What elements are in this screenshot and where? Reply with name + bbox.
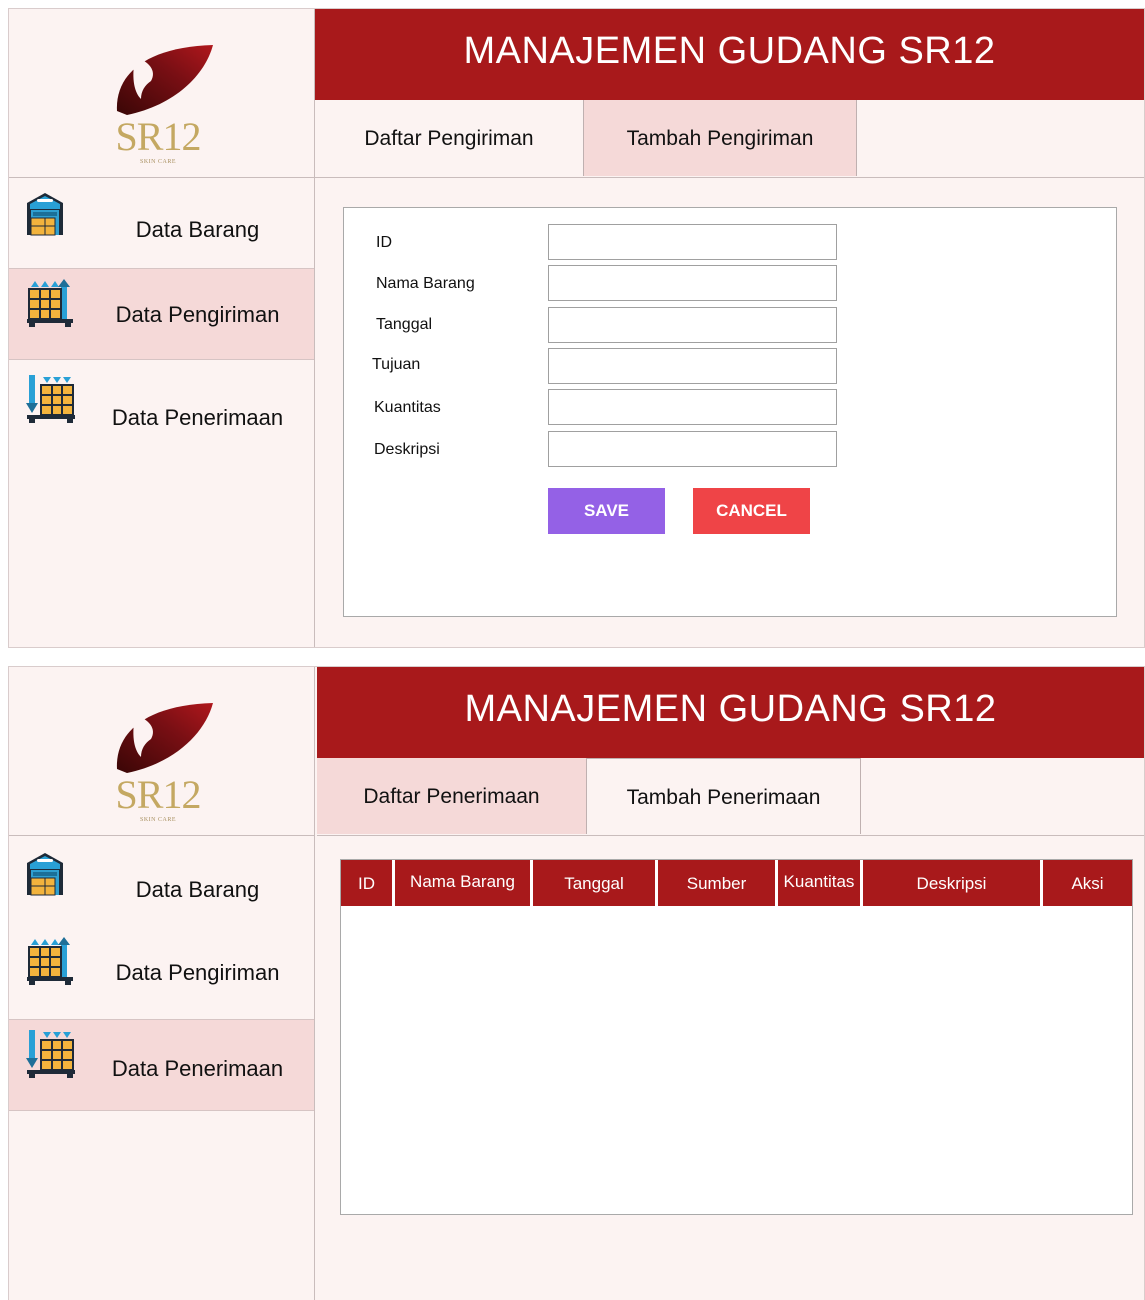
col-header-tanggal: Tanggal bbox=[533, 860, 658, 906]
field-label-tujuan: Tujuan bbox=[372, 356, 421, 373]
boxes-outgoing-icon bbox=[27, 279, 73, 327]
boxes-outgoing-icon bbox=[27, 937, 73, 985]
logo: SR12 SKIN CARE bbox=[9, 9, 314, 178]
nama-barang-field[interactable] bbox=[548, 265, 837, 301]
sidebar: SR12 SKIN CARE Data Barang Data Pengirim… bbox=[9, 667, 315, 1300]
tab-bar: Daftar Pengiriman Tambah Pengiriman bbox=[315, 100, 1144, 178]
screen-penerimaan: SR12 SKIN CARE Data Barang Data Pengirim… bbox=[8, 666, 1145, 1300]
tab-bar: Daftar Penerimaan Tambah Penerimaan bbox=[317, 758, 1144, 836]
boxes-incoming-icon bbox=[26, 375, 75, 423]
app-header: MANAJEMEN GUDANG SR12 bbox=[315, 9, 1144, 100]
warehouse-icon bbox=[27, 853, 63, 896]
logo-text: SR12 bbox=[115, 772, 202, 817]
tab-tambah-penerimaan[interactable]: Tambah Penerimaan bbox=[586, 758, 861, 834]
col-header-kuantitas: Kuantitas bbox=[778, 860, 863, 906]
sidebar-item-data-pengiriman[interactable]: Data Pengiriman bbox=[9, 268, 314, 360]
col-header-aksi: Aksi bbox=[1071, 874, 1104, 893]
app-header: MANAJEMEN GUDANG SR12 bbox=[317, 667, 1144, 758]
field-label-id: ID bbox=[376, 234, 392, 251]
warehouse-icon bbox=[27, 193, 63, 236]
leaf-logo-icon bbox=[116, 703, 213, 773]
table-header: ID Nama Barang Tanggal Sumber Kuantitas … bbox=[341, 860, 1132, 906]
field-label-tanggal: Tanggal bbox=[376, 316, 433, 333]
field-label-kuantitas: Kuantitas bbox=[374, 399, 441, 416]
field-label-deskripsi: Deskripsi bbox=[374, 441, 440, 458]
sidebar-item-label: Data Pengiriman bbox=[115, 302, 280, 327]
table-panel: ID Nama Barang Tanggal Sumber Kuantitas … bbox=[340, 859, 1133, 1215]
col-header-sumber: Sumber bbox=[658, 860, 778, 906]
sidebar-item-label: Data Pengiriman bbox=[115, 960, 280, 985]
cancel-button[interactable]: CANCEL bbox=[693, 488, 810, 534]
sidebar-item-data-barang[interactable]: Data Barang bbox=[9, 181, 314, 273]
tujuan-field[interactable] bbox=[548, 348, 837, 384]
logo-text: SR12 bbox=[115, 114, 202, 159]
col-header-id: ID bbox=[341, 860, 395, 906]
sidebar-item-label: Data Barang bbox=[135, 877, 260, 902]
kuantitas-field[interactable] bbox=[548, 389, 837, 425]
form-panel: ID Nama Barang Tanggal Tujuan Kuantitas … bbox=[343, 207, 1117, 617]
sidebar-item-data-pengiriman[interactable]: Data Pengiriman bbox=[9, 927, 314, 1019]
leaf-logo-icon bbox=[116, 45, 213, 115]
id-field[interactable] bbox=[548, 224, 837, 260]
sidebar-item-data-penerimaan[interactable]: Data Penerimaan bbox=[9, 1019, 314, 1111]
sidebar-item-data-penerimaan[interactable]: Data Penerimaan bbox=[9, 365, 314, 457]
tab-daftar-penerimaan[interactable]: Daftar Penerimaan bbox=[317, 758, 587, 834]
col-header-nama-barang: Nama Barang bbox=[395, 860, 533, 906]
sidebar-item-data-barang[interactable]: Data Barang bbox=[9, 841, 314, 933]
field-label-nama-barang: Nama Barang bbox=[376, 275, 475, 292]
logo: SR12 SKIN CARE bbox=[9, 667, 314, 836]
sidebar-item-label: Data Barang bbox=[135, 217, 260, 242]
table-body bbox=[341, 906, 1132, 1214]
logo-subtext: SKIN CARE bbox=[139, 817, 176, 823]
tab-tambah-pengiriman[interactable]: Tambah Pengiriman bbox=[583, 100, 857, 176]
tanggal-field[interactable] bbox=[548, 307, 837, 343]
deskripsi-field[interactable] bbox=[548, 431, 837, 467]
save-button[interactable]: SAVE bbox=[548, 488, 665, 534]
sidebar: SR12 SKIN CARE Data Barang Data Pengirim… bbox=[9, 9, 315, 647]
logo-subtext: SKIN CARE bbox=[139, 159, 176, 165]
sidebar-item-label: Data Penerimaan bbox=[111, 405, 284, 430]
screen-pengiriman: SR12 SKIN CARE Data Barang Data Pengirim… bbox=[8, 8, 1145, 648]
tab-daftar-pengiriman[interactable]: Daftar Pengiriman bbox=[315, 100, 583, 176]
boxes-incoming-icon bbox=[26, 1030, 75, 1078]
col-header-deskripsi: Deskripsi bbox=[863, 860, 1043, 906]
sidebar-item-label: Data Penerimaan bbox=[111, 1056, 284, 1081]
